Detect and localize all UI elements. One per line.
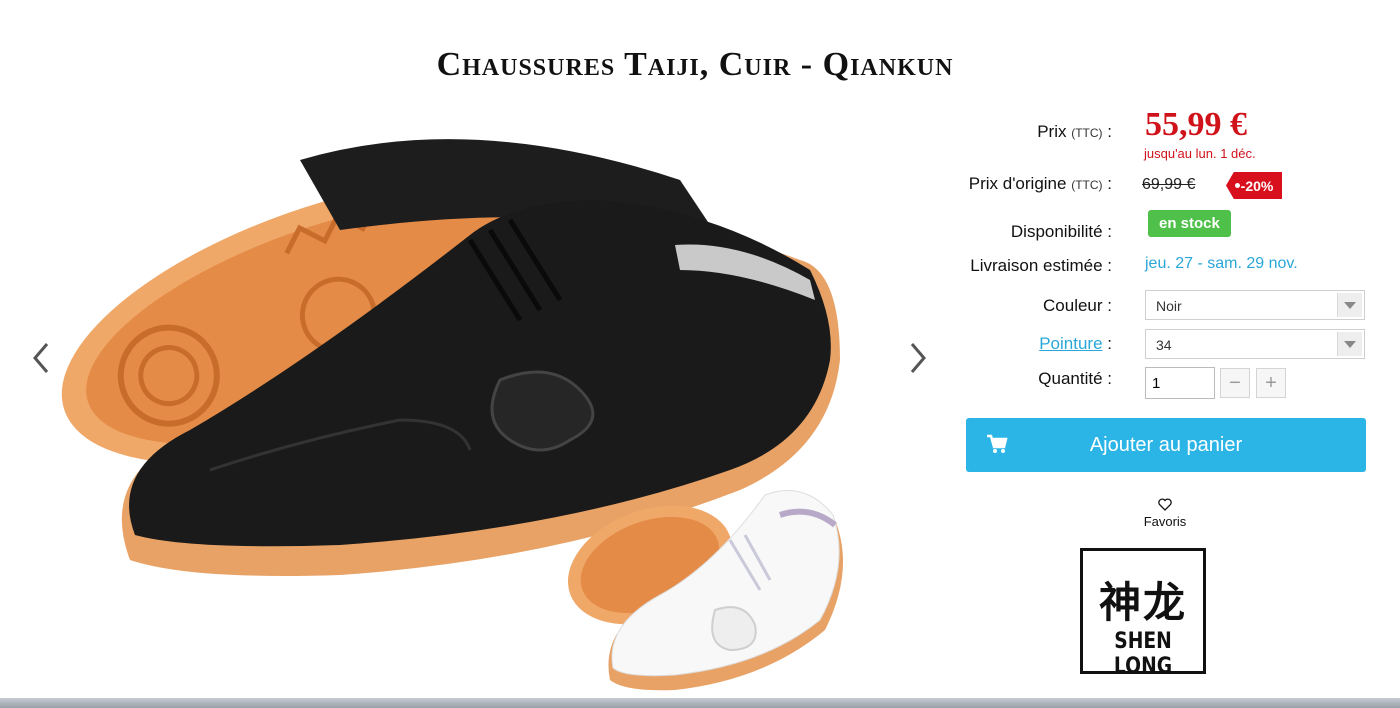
- product-info-panel: Prix (TTC) : 55,99 € jusqu'au lun. 1 déc…: [940, 100, 1380, 700]
- page-title: Chaussures Taiji, Cuir - Qiankun: [436, 46, 954, 83]
- size-select[interactable]: 34: [1145, 329, 1365, 359]
- brand-logo-name: SHEN LONG: [1113, 629, 1173, 679]
- size-label-row: Pointure :: [1039, 334, 1112, 353]
- add-to-cart-button[interactable]: Ajouter au panier: [966, 418, 1366, 472]
- original-price-label: Prix d'origine (TTC) :: [968, 174, 1112, 193]
- quantity-decrease-button[interactable]: −: [1220, 368, 1250, 398]
- price-valid-until: jusqu'au lun. 1 déc.: [1144, 146, 1256, 161]
- favorites-label: Favoris: [1143, 514, 1187, 529]
- chevron-right-icon[interactable]: [905, 338, 931, 378]
- original-price: 69,99 €: [1142, 176, 1196, 193]
- chevron-down-icon: [1337, 293, 1362, 317]
- size-guide-link[interactable]: Pointure: [1039, 334, 1102, 353]
- availability-label: Disponibilité :: [1010, 222, 1112, 241]
- quantity-label: Quantité :: [1038, 369, 1112, 388]
- add-to-cart-label: Ajouter au panier: [1089, 433, 1243, 456]
- chevron-down-icon: [1337, 332, 1362, 356]
- heart-icon: [1120, 498, 1210, 514]
- color-select[interactable]: Noir: [1145, 290, 1365, 320]
- favorites-button[interactable]: Favoris: [1120, 498, 1210, 529]
- product-image-variant-white: [567, 490, 843, 691]
- status-badge: en stock: [1148, 210, 1231, 237]
- discount-badge: -20%: [1226, 172, 1282, 199]
- price-label: Prix (TTC) :: [1037, 122, 1112, 141]
- product-gallery: [0, 100, 960, 700]
- window-bottom-edge: [0, 698, 1400, 708]
- delivery-label: Livraison estimée :: [970, 256, 1112, 275]
- color-select-value: Noir: [1156, 298, 1182, 314]
- quantity-input[interactable]: [1145, 367, 1215, 399]
- delivery-dates: jeu. 27 - sam. 29 nov.: [1145, 255, 1298, 272]
- cart-icon: [986, 434, 1008, 460]
- current-price: 55,99 €: [1145, 106, 1247, 143]
- brand-logo[interactable]: 神龙 SHEN LONG: [1080, 548, 1206, 679]
- color-label: Couleur :: [1043, 296, 1112, 315]
- size-select-value: 34: [1156, 337, 1172, 353]
- quantity-increase-button[interactable]: +: [1256, 368, 1286, 398]
- brand-logo-chinese: 神龙: [1098, 579, 1187, 626]
